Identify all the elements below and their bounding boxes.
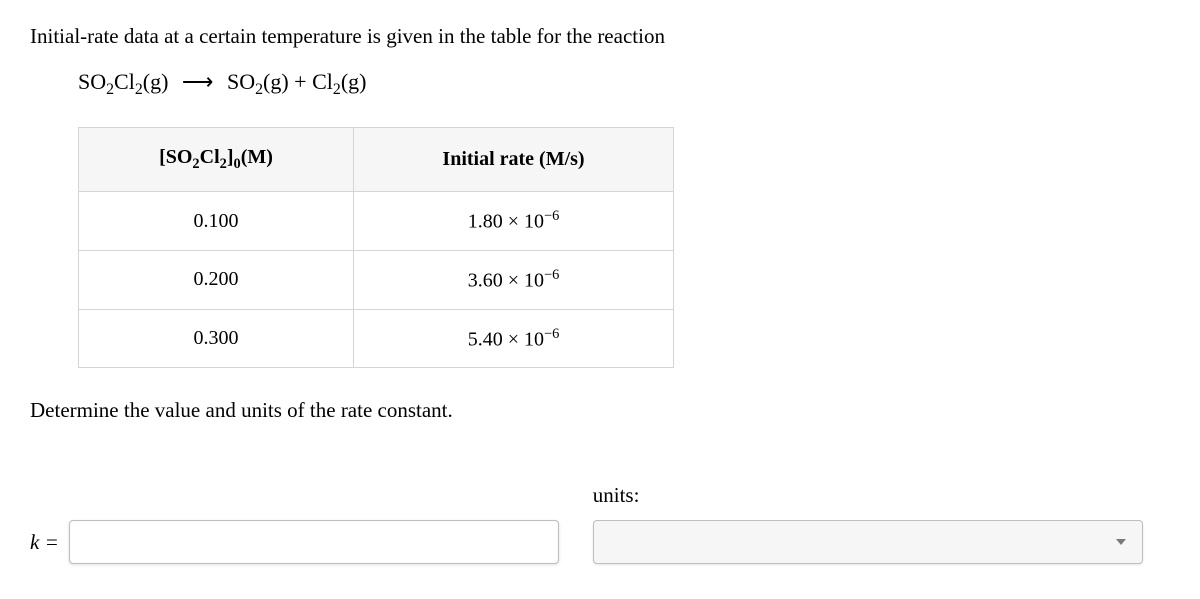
units-label: units:: [593, 483, 1170, 508]
reaction-arrow-icon: ⟶: [182, 69, 214, 94]
rate-cell: 1.80 × 10−6: [354, 192, 674, 251]
rate-cell: 5.40 × 10−6: [354, 309, 674, 368]
rate-cell: 3.60 × 10−6: [354, 251, 674, 310]
k-label: k =: [30, 530, 59, 555]
conc-cell: 0.300: [79, 309, 354, 368]
conc-cell: 0.200: [79, 251, 354, 310]
table-row: 0.100 1.80 × 10−6: [79, 192, 674, 251]
header-rate: Initial rate (M/s): [354, 128, 674, 192]
units-select[interactable]: [593, 520, 1143, 564]
reaction-equation: SO2Cl2(g) ⟶ SO2(g) + Cl2(g): [78, 69, 1170, 99]
intro-text: Initial-rate data at a certain temperatu…: [30, 24, 1170, 49]
conc-cell: 0.100: [79, 192, 354, 251]
answer-area: k = units:: [30, 483, 1170, 564]
chevron-down-icon: [1116, 539, 1126, 545]
header-concentration: [SO2Cl2]0(M): [79, 128, 354, 192]
instruction-text: Determine the value and units of the rat…: [30, 398, 1170, 423]
table-row: 0.300 5.40 × 10−6: [79, 309, 674, 368]
data-table: [SO2Cl2]0(M) Initial rate (M/s) 0.100 1.…: [78, 127, 674, 368]
k-value-input[interactable]: [69, 520, 559, 564]
table-row: 0.200 3.60 × 10−6: [79, 251, 674, 310]
